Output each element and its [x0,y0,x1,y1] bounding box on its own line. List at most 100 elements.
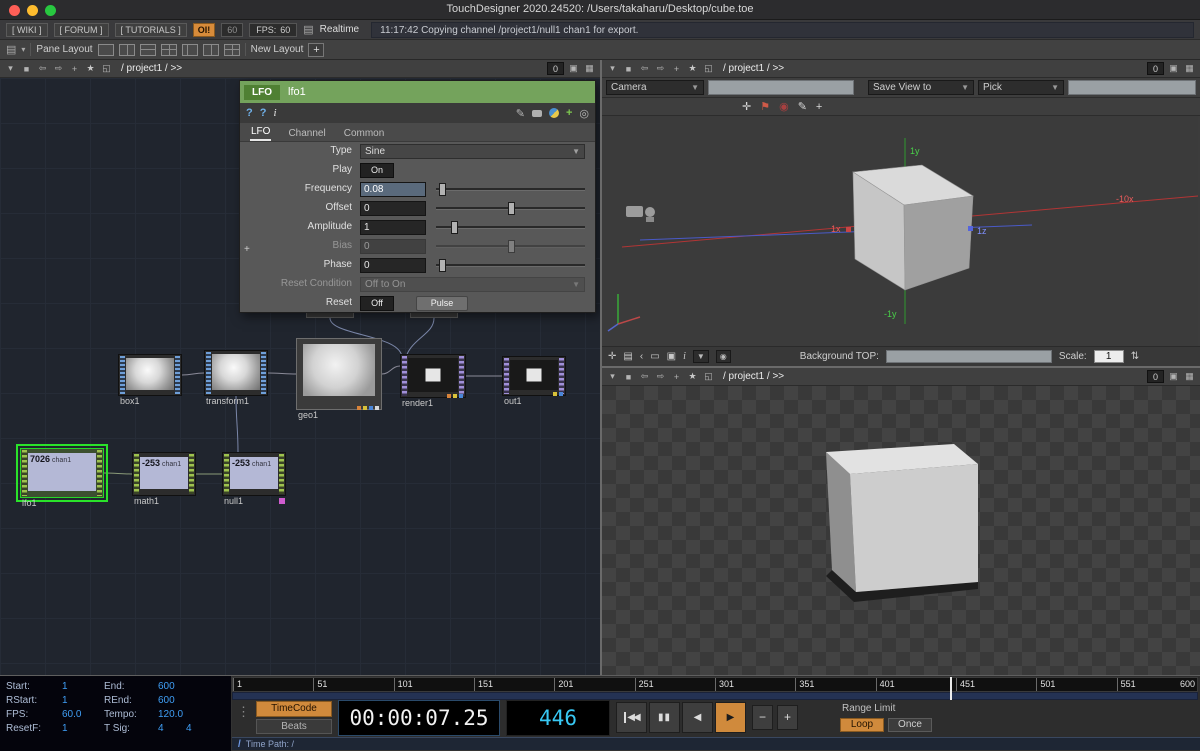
node-box1[interactable]: box1 [118,354,182,406]
end-value[interactable]: 600 [158,681,175,692]
node-output-connector[interactable] [175,356,180,394]
amplitude-slider[interactable] [436,221,585,234]
playhead[interactable] [949,677,952,700]
network-path[interactable]: / project1 / >> [121,63,182,74]
info-icon[interactable]: i [273,107,276,119]
fps-box[interactable]: FPS: 60 [249,22,298,37]
tutorials-button[interactable]: [ TUTORIALS ] [114,22,187,37]
back-icon[interactable]: ⇦ [638,371,651,382]
performance-monitor-icon[interactable]: ▤ [303,23,313,36]
parameter-dialog-lfo1[interactable]: LFO lfo1 ? ? i ✎ + ◎ LFO Channel Common … [239,80,596,313]
pan-hand-icon[interactable]: ✛ [742,100,751,113]
help-icon[interactable]: ? [246,107,253,119]
step-back-button[interactable]: − [752,705,773,730]
play-reverse-button[interactable]: ◀ [682,702,713,733]
view-mode-dropdown[interactable]: ▼ [692,350,709,363]
add-icon[interactable]: + [670,64,683,74]
forum-button[interactable]: [ FORUM ] [53,22,109,37]
node-output-connector[interactable] [459,356,464,396]
realtime-toggle[interactable]: Realtime [320,24,359,35]
offset-slider[interactable] [436,202,585,215]
resetf-value[interactable]: 1 [62,723,68,734]
node-input-connector[interactable] [224,454,229,494]
phase-field[interactable]: 0 [360,258,426,273]
pane-type-icon[interactable]: ■ [622,64,635,74]
network-canvas[interactable]: box1 transform1 geo1 cam1 [0,78,600,675]
tsig-value2[interactable]: 4 [186,723,192,734]
export-flag[interactable] [279,498,285,504]
range-bar[interactable] [232,692,1198,700]
beats-button[interactable]: Beats [256,719,332,734]
frame-ruler[interactable]: 1 51 101 151 201 251 301 351 401 451 501… [232,677,1198,692]
node-output-connector[interactable] [559,358,564,394]
op-indicator-badge[interactable]: OI! [192,22,216,37]
rstart-value[interactable]: 1 [62,695,68,706]
viewport-path[interactable]: / project1 / >> [723,63,784,74]
timecode-button[interactable]: TimeCode [256,701,332,717]
scale-field[interactable]: 1 [1093,350,1124,363]
node-null1[interactable]: -253 chan1 null1 [222,452,286,506]
pane-menu-icon[interactable]: ▾ [606,63,619,74]
add-layout-button[interactable]: + [308,42,325,57]
camera-select[interactable]: ▼ Camera [606,80,704,95]
pulse-button[interactable]: Pulse [416,296,468,311]
layout-preset-quad-icon[interactable] [160,43,177,56]
loop-button[interactable]: Loop [840,718,884,732]
tab-channel[interactable]: Channel [287,126,326,141]
add-icon[interactable]: + [68,64,81,74]
forward-icon[interactable]: ⇨ [654,63,667,74]
move-icon[interactable]: ✛ [608,351,616,362]
viewport-3d[interactable]: 1y -1y 1x -10x 1z [602,116,1198,346]
clipboard-icon[interactable]: ▣ [667,351,676,362]
forward-icon[interactable]: ⇨ [654,371,667,382]
param-dialog-header[interactable]: LFO lfo1 [240,81,595,103]
edit-comment-icon[interactable]: ✎ [516,107,525,120]
python-help-icon[interactable]: ? [260,107,267,119]
layout-preset-left-icon[interactable] [181,43,198,56]
phase-slider[interactable] [436,259,585,272]
split-pane-icon[interactable]: ▦ [1183,63,1196,74]
node-input-connector[interactable] [402,356,407,396]
wiki-button[interactable]: [ WIKI ] [6,22,48,37]
play-toggle[interactable]: On [360,163,394,178]
maximize-pane-icon[interactable]: ▣ [1167,371,1180,382]
node-input-connector[interactable] [134,454,139,494]
node-transform1[interactable]: transform1 [204,350,268,406]
bias-field[interactable]: 0 [360,239,426,254]
pick-select[interactable]: ▼ Pick [978,80,1064,95]
add-parameter-icon[interactable]: + [566,107,572,119]
step-forward-button[interactable]: + [777,705,798,730]
node-render1[interactable]: render1 [400,354,466,408]
viewer-path[interactable]: / project1 / >> [723,371,784,382]
bias-slider[interactable] [436,240,585,253]
node-flags[interactable] [447,394,463,398]
maximize-pane-icon[interactable]: ▣ [567,63,580,74]
node-input-connector[interactable] [504,358,509,394]
snapshot-icon[interactable]: ◉ [715,350,731,363]
tab-common[interactable]: Common [343,126,386,141]
maximize-pane-icon[interactable]: ▣ [1167,63,1180,74]
pause-button[interactable]: ▮▮ [649,702,680,733]
tempo-value[interactable]: 120.0 [158,709,183,720]
pick-path-field[interactable] [1068,80,1196,95]
gear-icon[interactable]: ◎ [579,107,589,120]
comment-icon[interactable] [531,109,542,117]
fps-value[interactable]: 60.0 [62,709,81,720]
camera-tool-icon[interactable]: ◉ [779,100,789,113]
node-output-connector[interactable] [261,352,266,394]
node-math1[interactable]: -253 chan1 math1 [132,452,196,506]
detach-icon[interactable]: ◱ [100,63,113,74]
layout-preset-grid-icon[interactable] [223,43,240,56]
reset-toggle[interactable]: Off [360,296,394,311]
amplitude-field[interactable]: 1 [360,220,426,235]
node-output-connector[interactable] [279,454,284,494]
frequency-field[interactable]: 0.08 [360,182,426,197]
skip-to-start-button[interactable]: ◀◀ [616,702,647,733]
node-flags[interactable] [357,406,379,410]
start-value[interactable]: 1 [62,681,68,692]
frame-display[interactable]: 446 [506,700,610,736]
background-top-field[interactable] [885,350,1052,363]
reset-condition-dropdown[interactable]: ▼ Off to On [360,277,585,292]
back-icon[interactable]: ⇦ [36,63,49,74]
info-icon[interactable]: i [683,351,686,362]
